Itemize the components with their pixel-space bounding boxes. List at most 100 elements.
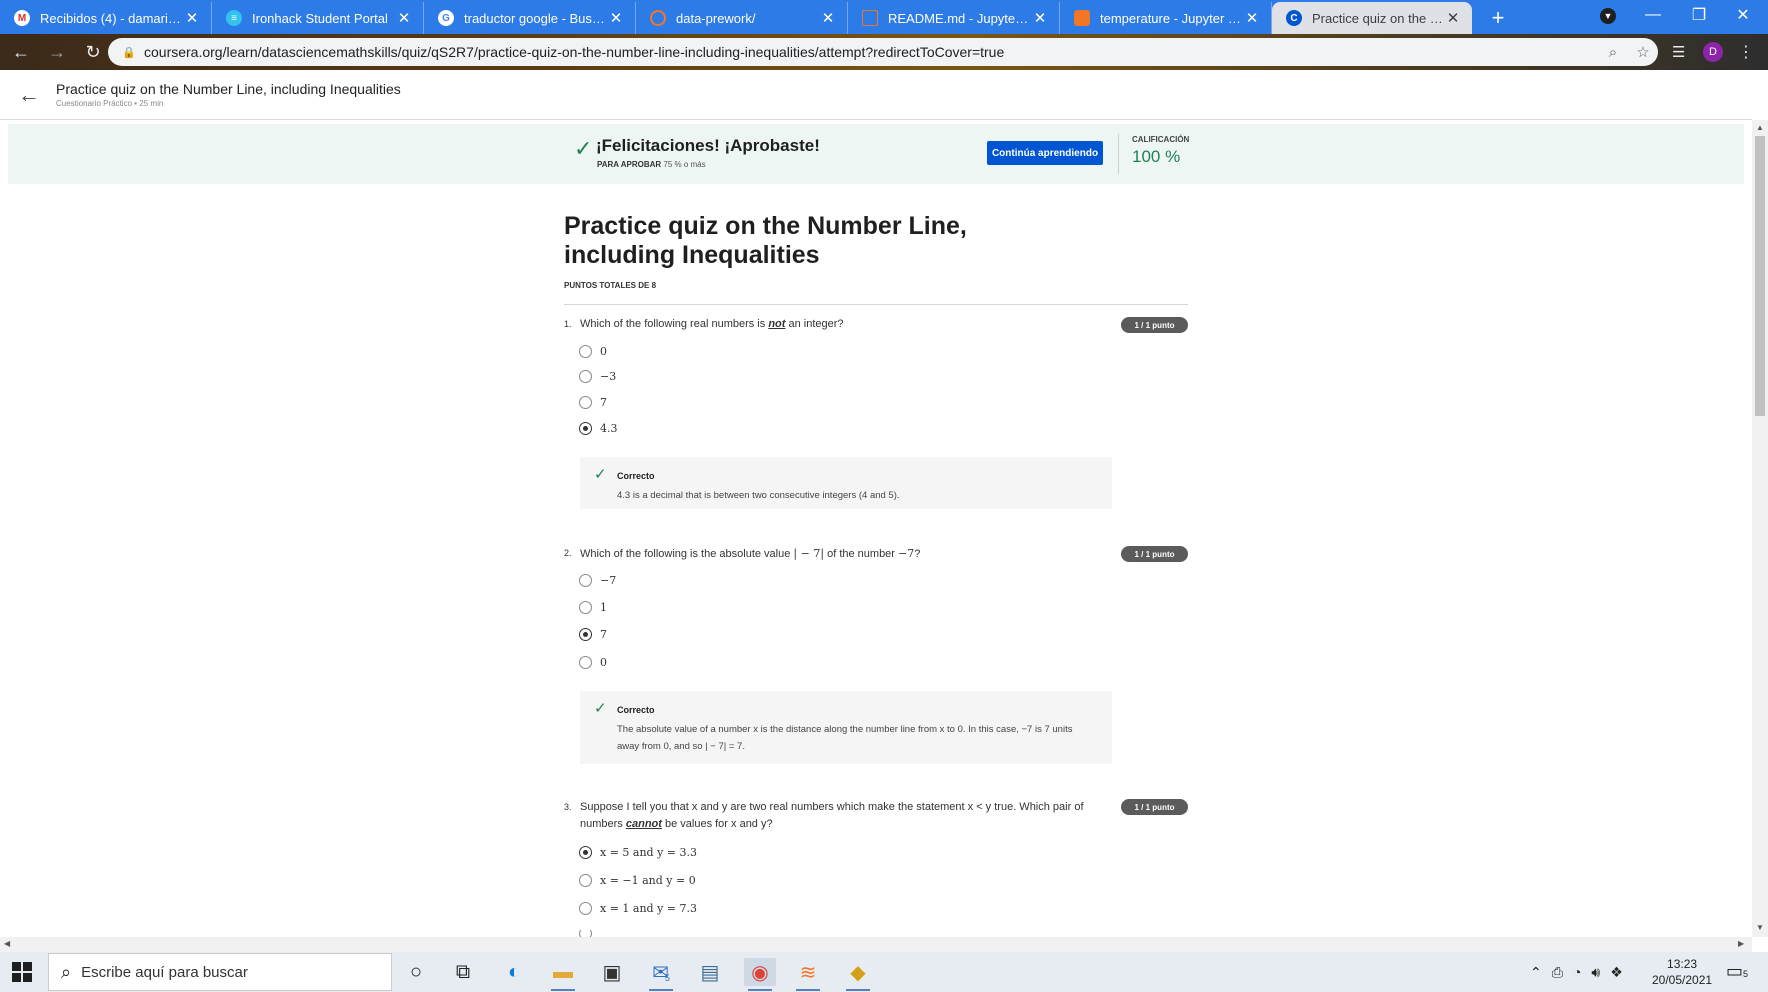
radio-button[interactable] [579,656,592,669]
radio-button[interactable] [579,396,592,409]
tab-close-icon[interactable]: ✕ [607,9,625,27]
url-text[interactable]: coursera.org/learn/datasciencemathskills… [144,44,1598,60]
notification-badge: 5 [1743,969,1749,979]
taskbar-search-box[interactable]: ⌕ Escribe aquí para buscar [48,953,392,991]
scrollbar-thumb[interactable] [1755,136,1765,416]
pass-requirement: PARA APROBAR 75 % o más [597,160,706,169]
radio-button[interactable] [579,370,592,383]
tab-title: Recibidos (4) - damarisclaria [40,10,183,26]
chevron-up-icon[interactable]: ⌃ [1530,964,1542,981]
checkmark-icon: ✓ [594,700,607,717]
question-text: Suppose I tell you that x and y are two … [580,799,1110,833]
tab-close-icon[interactable]: ✕ [183,9,201,27]
answer-option-selected[interactable]: x = 5 and y = 3.3 [579,846,697,859]
google-icon: G [438,10,454,26]
search-placeholder: Escribe aquí para buscar [81,963,248,981]
new-tab-button[interactable]: + [1482,2,1514,34]
answer-option[interactable]: x = −1 and y = 0 [579,874,696,887]
volume-icon[interactable]: 🔊︎ [1591,964,1600,981]
chrome-icon[interactable]: ◉ [744,958,776,991]
answer-option[interactable]: 7 [579,396,607,409]
option-label: 4.3 [600,422,618,435]
minimize-button[interactable]: — [1630,0,1676,30]
system-tray: ⌃ ⎙ ◔ 🔊︎ ❖ [1530,952,1633,992]
gmail-icon: M [14,10,30,26]
jupyter-notebook-icon [1074,10,1090,26]
answer-option-selected[interactable]: 7 [579,628,607,641]
browser-tab[interactable]: temperature - Jupyter Notel ✕ [1060,2,1272,34]
radio-button[interactable] [579,930,592,937]
answer-option[interactable]: 0 [579,656,607,669]
tab-close-icon[interactable]: ✕ [1243,9,1261,27]
banner-divider [1118,134,1119,174]
continue-learning-button[interactable]: Continúa aprendiendo [987,141,1103,165]
tab-search-button[interactable]: ▼ [1600,8,1616,24]
answer-option[interactable]: x = 1 and y = 7.3 [579,902,697,915]
zoom-search-icon[interactable]: ⌕ [1598,44,1628,61]
radio-button[interactable] [579,574,592,587]
cortana-icon[interactable]: ○ [400,958,432,986]
question-text: Which of the following real numbers is n… [580,316,844,333]
address-bar[interactable]: 🔒 coursera.org/learn/datasciencemathskil… [108,38,1658,66]
scroll-left-icon[interactable]: ◀ [4,939,10,948]
tab-close-icon[interactable]: ✕ [395,9,413,27]
reload-icon[interactable]: ↻ [78,37,108,67]
bookmark-star-icon[interactable]: ☆ [1628,43,1658,61]
back-arrow-icon[interactable]: ← [6,37,36,67]
radio-button[interactable] [579,874,592,887]
tab-close-icon[interactable]: ✕ [1031,9,1049,27]
taskbar-clock[interactable]: 13:23 20/05/2021 [1652,956,1712,988]
dropbox-icon[interactable]: ❖ [1610,964,1623,981]
radio-button[interactable] [579,345,592,358]
radio-button-checked[interactable] [579,628,592,641]
answer-option[interactable]: −7 [579,574,616,587]
radio-button-checked[interactable] [579,422,592,435]
radio-button[interactable] [579,902,592,915]
search-icon: ⌕ [61,961,72,982]
browser-tab[interactable]: M Recibidos (4) - damarisclaria ✕ [0,2,212,34]
file-explorer-icon[interactable]: ▬ [547,958,579,991]
git-icon[interactable]: ◆ [842,958,874,991]
wifi-icon[interactable]: ◔ [1573,964,1581,980]
radio-button-checked[interactable] [579,846,592,859]
reading-list-icon[interactable]: ☰ [1672,43,1685,61]
forward-arrow-icon[interactable]: → [42,37,72,67]
total-points: PUNTOS TOTALES DE 8 [564,281,657,290]
option-label: −3 [600,370,617,383]
browser-tab[interactable]: README.md - Jupyter Text E ✕ [848,2,1060,34]
tab-close-icon[interactable]: ✕ [819,9,837,27]
vertical-scrollbar[interactable]: ▲ ▼ [1752,120,1768,937]
option-label: x = −1 and y = 0 [600,874,696,887]
notification-icon[interactable]: ▭5 [1726,961,1748,982]
answer-option[interactable]: 1 [579,601,607,614]
close-window-button[interactable]: ✕ [1720,0,1766,30]
restore-button[interactable]: ❐ [1676,0,1722,30]
scroll-right-icon[interactable]: ▶ [1738,939,1744,948]
question-emphasis: not [768,318,786,330]
kebab-menu-icon[interactable]: ⋮ [1738,42,1754,62]
radio-button[interactable] [579,601,592,614]
store-icon[interactable]: ▣ [596,958,628,986]
browser-tab-active[interactable]: C Practice quiz on the Number ✕ [1272,2,1472,34]
task-view-icon[interactable]: ⧉ [447,958,479,986]
browser-tab[interactable]: ≡ Ironhack Student Portal ✕ [212,2,424,34]
scroll-down-icon[interactable]: ▼ [1756,923,1764,932]
tab-close-icon[interactable]: ✕ [1444,9,1462,27]
jupyter-taskbar-icon[interactable]: ≋ [792,958,824,991]
usb-icon[interactable]: ⎙ [1552,964,1563,981]
answer-option[interactable]: 0 [579,345,607,358]
back-arrow-icon[interactable]: ← [18,82,40,108]
browser-tab[interactable]: data-prework/ ✕ [636,2,848,34]
tab-title: traductor google - Buscar co [464,10,607,26]
edge-icon[interactable]: ◐ [498,958,530,986]
answer-option-partial[interactable] [579,930,600,937]
horizontal-scrollbar[interactable]: ◀ ▶ [0,937,1752,953]
photos-icon[interactable]: ▤ [694,958,726,986]
answer-option[interactable]: −3 [579,370,616,383]
scroll-up-icon[interactable]: ▲ [1756,123,1764,132]
answer-option-selected[interactable]: 4.3 [579,422,618,435]
mail-icon[interactable]: ✉ 5 [645,958,677,991]
browser-tab[interactable]: G traductor google - Buscar co ✕ [424,2,636,34]
windows-start-icon[interactable] [12,962,32,982]
profile-avatar[interactable]: D [1703,42,1723,62]
